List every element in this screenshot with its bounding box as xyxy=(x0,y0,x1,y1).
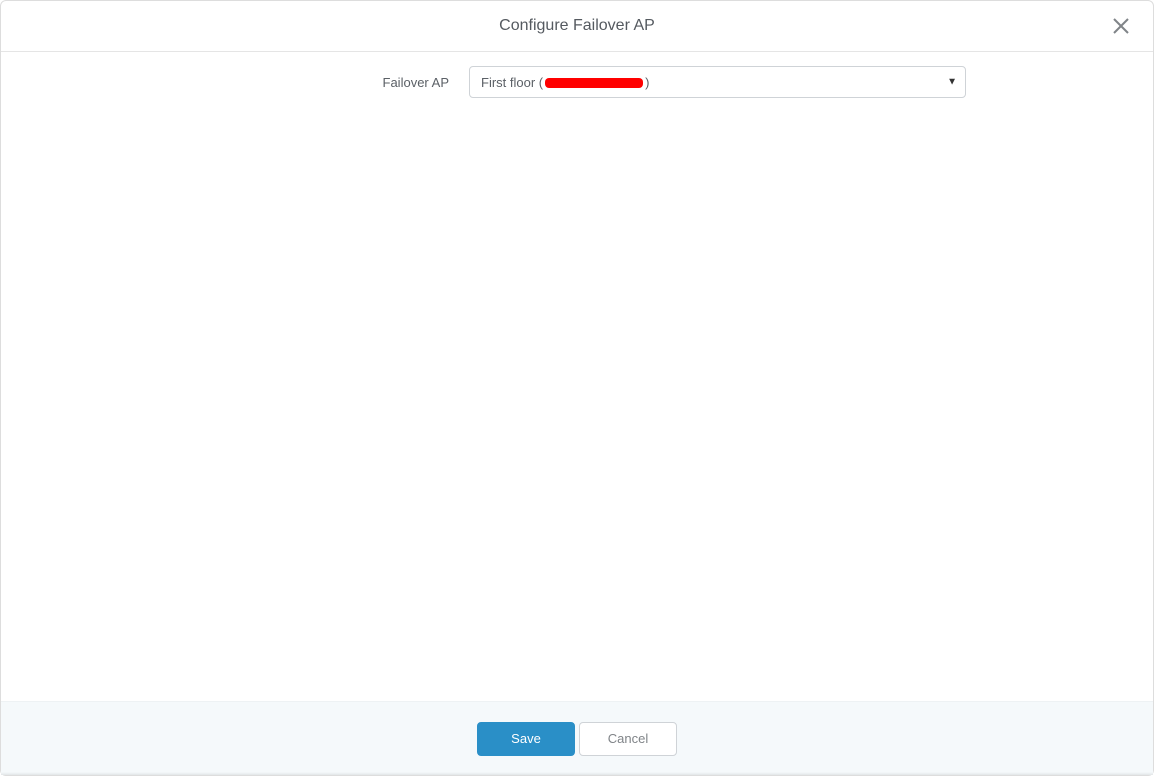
failover-ap-select-wrap: First floor ( ) ▼ xyxy=(469,66,966,98)
failover-ap-label: Failover AP xyxy=(21,75,469,90)
failover-ap-selected-value: First floor ( ) xyxy=(481,75,649,90)
dialog-header: Configure Failover AP xyxy=(1,1,1153,52)
redacted-mac-address xyxy=(545,78,643,88)
chevron-down-icon: ▼ xyxy=(947,77,957,88)
cancel-button[interactable]: Cancel xyxy=(579,722,677,756)
failover-ap-value-prefix: First floor ( xyxy=(481,75,543,90)
dialog-footer: Save Cancel xyxy=(1,701,1153,775)
configure-failover-dialog: Configure Failover AP Failover AP First … xyxy=(0,0,1154,776)
dialog-title: Configure Failover AP xyxy=(499,17,655,35)
save-button[interactable]: Save xyxy=(477,722,575,756)
close-icon xyxy=(1112,17,1130,35)
failover-ap-select[interactable]: First floor ( ) ▼ xyxy=(469,66,966,98)
dialog-body: Failover AP First floor ( ) ▼ xyxy=(1,52,1153,701)
close-button[interactable] xyxy=(1107,12,1135,40)
failover-ap-row: Failover AP First floor ( ) ▼ xyxy=(1,66,1153,98)
failover-ap-value-suffix: ) xyxy=(645,75,649,90)
